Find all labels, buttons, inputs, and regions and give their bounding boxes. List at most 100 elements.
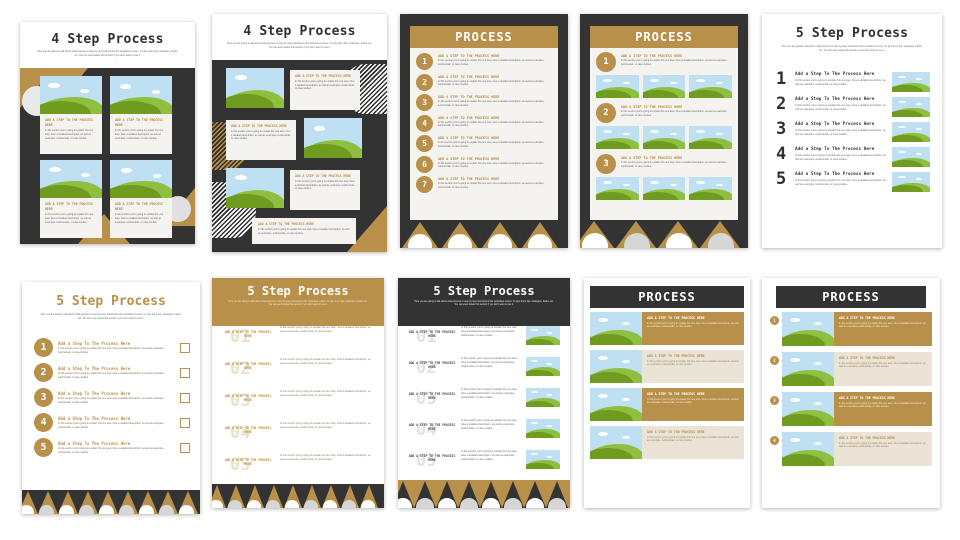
step-row[interactable]: 04 ADD A STEP TO THE PROCESS HERE In thi… (408, 419, 560, 443)
step-row[interactable]: 04 ADD A STEP TO THE PROCESS HERE In thi… (222, 422, 374, 446)
template-card-4[interactable]: PROCESS 1 ADD A STEP TO THE PROCESS HERE… (580, 14, 748, 248)
step-row[interactable]: 2 ADD A STEP TO THE PROCESS HERE In this… (770, 352, 932, 386)
step-card[interactable]: ADD A STEP TO THE PROCESS HERE In this s… (110, 160, 172, 238)
step-body: In this section you're going to explain … (438, 120, 545, 128)
step-row[interactable]: ADD A STEP TO THE PROCESS HERE In this s… (590, 350, 744, 383)
template-card-8[interactable]: 5 Step Process Here you are going to tal… (398, 278, 570, 508)
step-heading: ADD A STEP TO THE PROCESS HERE (647, 316, 705, 320)
step-card[interactable]: ADD A STEP TO THE PROCESS HERE In this s… (40, 76, 102, 154)
step-row[interactable]: 4 Add a Step To The Process Here In this… (34, 413, 190, 432)
step-heading: Add a Step To The Process Here (795, 72, 875, 77)
step-row[interactable]: 2 ADD A STEP TO THE PROCESS HERE In this… (416, 73, 552, 91)
step-list: 1 Add a Step To The Process Here In this… (34, 338, 190, 463)
step-number: 5 (34, 438, 53, 457)
step-heading: Add a Step To The Process Here (58, 365, 131, 371)
template-card-2[interactable]: 4 Step Process Here you are going to tal… (212, 14, 387, 252)
step-row[interactable]: 2 Add a Step To The Process Here In this… (776, 96, 930, 117)
decor-circle (79, 505, 94, 514)
step-checkbox[interactable] (180, 442, 190, 453)
step-heading: ADD A STEP TO THE PROCESS HERE (258, 222, 314, 226)
step-row[interactable]: 01 ADD A STEP TO THE PROCESS HERE In thi… (408, 326, 560, 350)
step-row[interactable]: 02 ADD A STEP TO THE PROCESS HERE In thi… (408, 357, 560, 381)
step-text-card[interactable]: ADD A STEP TO THE PROCESS HERE In this s… (290, 170, 360, 210)
step-row[interactable]: 5 Add a Step To The Process Here In this… (34, 438, 190, 457)
step-number: 5 (776, 169, 787, 189)
step-row[interactable]: 3 ADD A STEP TO THE PROCESS HERE In this… (596, 154, 732, 174)
title-band: 5 Step Process Here you are going to tal… (212, 278, 384, 326)
step-card[interactable]: ADD A STEP TO THE PROCESS HERE In this s… (110, 76, 172, 154)
template-card-6[interactable]: 5 Step Process Here you are going to tal… (22, 282, 200, 514)
page-title: PROCESS (638, 290, 696, 304)
template-card-3[interactable]: PROCESS 1 ADD A STEP TO THE PROCESS HERE… (400, 14, 568, 248)
step-row[interactable]: 5 Add a Step To The Process Here In this… (776, 169, 930, 192)
step-row[interactable]: 3 ADD A STEP TO THE PROCESS HERE In this… (770, 392, 932, 426)
step-row[interactable]: 4 Add a Step To The Process Here In this… (776, 146, 930, 167)
step-row[interactable]: 05 ADD A STEP TO THE PROCESS HERE In thi… (222, 454, 374, 478)
step-checkbox[interactable] (180, 367, 190, 378)
step-image (304, 118, 362, 158)
decor-band (580, 220, 748, 248)
step-list: 1 ADD A STEP TO THE PROCESS HERE In this… (770, 312, 932, 472)
step-row[interactable]: 1 ADD A STEP TO THE PROCESS HERE In this… (770, 312, 932, 346)
step-row[interactable]: 1 ADD A STEP TO THE PROCESS HERE In this… (596, 52, 732, 72)
step-row[interactable]: 4 ADD A STEP TO THE PROCESS HERE In this… (416, 114, 552, 132)
step-row[interactable]: 3 ADD A STEP TO THE PROCESS HERE In this… (416, 94, 552, 111)
step-image (892, 172, 930, 192)
step-body: In this section you're going to explain … (461, 388, 518, 400)
template-card-5[interactable]: 5 Step Process Here you are going to tal… (762, 14, 942, 248)
page-title: 4 Step Process (243, 24, 356, 39)
step-row[interactable] (226, 68, 284, 108)
step-row[interactable]: ADD A STEP TO THE PROCESS HERE In this s… (590, 426, 744, 459)
step-heading: Add a Step To The Process Here (58, 440, 131, 446)
step-card[interactable]: ADD A STEP TO THE PROCESS HERE In this s… (40, 160, 102, 238)
template-card-7[interactable]: 5 Step Process Here you are going to tal… (212, 278, 384, 508)
step-row[interactable]: 2 ADD A STEP TO THE PROCESS HERE In this… (596, 103, 732, 123)
step-row[interactable]: 3 Add a Step To The Process Here In this… (34, 388, 190, 407)
template-card-1[interactable]: 4 Step Process Here you are going to tal… (20, 22, 195, 244)
step-row[interactable]: 4 ADD A STEP TO THE PROCESS HERE In this… (770, 432, 932, 466)
step-body: In this section you're going to explain … (839, 361, 926, 369)
step-checkbox[interactable] (180, 392, 190, 403)
step-text-block: ADD A STEP TO THE PROCESS HERE In this s… (642, 312, 744, 345)
step-row[interactable]: 5 ADD A STEP TO THE PROCESS HERE In this… (416, 135, 552, 152)
step-heading: ADD A STEP TO THE PROCESS HERE (839, 436, 895, 440)
step-image (782, 392, 834, 426)
step-text-card[interactable]: ADD A STEP TO THE PROCESS HERE In this s… (290, 70, 360, 110)
step-checkbox[interactable] (180, 342, 190, 353)
step-heading: ADD A STEP TO THE PROCESS HERE (224, 458, 272, 466)
step-row[interactable]: 2 Add a Step To The Process Here In this… (34, 363, 190, 382)
step-row[interactable]: 6 ADD A STEP TO THE PROCESS HERE In this… (416, 155, 552, 173)
step-row[interactable]: ADD A STEP TO THE PROCESS HERE In this s… (590, 312, 744, 345)
step-row[interactable]: 7 ADD A STEP TO THE PROCESS HERE In this… (416, 176, 552, 193)
step-row[interactable]: ADD A STEP TO THE PROCESS HERE In this s… (590, 388, 744, 421)
step-heading: ADD A STEP TO THE PROCESS HERE (438, 115, 500, 120)
step-image (526, 419, 560, 438)
template-card-9[interactable]: PROCESS ADD A STEP TO THE PROCESS HERE I… (584, 278, 750, 508)
step-text-block: ADD A STEP TO THE PROCESS HERE In this s… (834, 392, 932, 426)
step-text-card[interactable]: ADD A STEP TO THE PROCESS HERE In this s… (252, 218, 356, 244)
step-heading: ADD A STEP TO THE PROCESS HERE (438, 95, 500, 99)
step-number: 3 (416, 94, 433, 111)
step-row[interactable]: 1 Add a Step To The Process Here In this… (34, 338, 190, 357)
template-card-10[interactable]: PROCESS 1 ADD A STEP TO THE PROCESS HERE… (762, 278, 940, 508)
step-body: In this section you're going to explain … (795, 128, 886, 136)
step-heading: ADD A STEP TO THE PROCESS HERE (647, 354, 705, 358)
step-text-card[interactable]: ADD A STEP TO THE PROCESS HERE In this s… (226, 120, 296, 160)
step-body: In this section you're going to explain … (621, 161, 728, 168)
step-image (226, 68, 284, 108)
decor-circle (99, 505, 114, 514)
image-row (596, 75, 733, 98)
step-number: 4 (770, 436, 779, 445)
step-row[interactable]: 03 ADD A STEP TO THE PROCESS HERE In thi… (408, 388, 560, 412)
step-row[interactable]: 1 ADD A STEP TO THE PROCESS HERE In this… (416, 53, 552, 70)
step-list: 1 Add a Step To The Process Here In this… (776, 71, 930, 197)
step-checkbox[interactable] (180, 417, 190, 428)
step-row[interactable]: 01 ADD A STEP TO THE PROCESS HERE In thi… (222, 326, 374, 350)
step-row[interactable]: 3 Add a Step To The Process Here In this… (776, 121, 930, 142)
step-row[interactable]: 03 ADD A STEP TO THE PROCESS HERE In thi… (222, 390, 374, 414)
step-row[interactable]: 1 Add a Step To The Process Here In this… (776, 71, 930, 92)
step-image (689, 75, 733, 98)
step-image (590, 312, 642, 345)
step-row[interactable]: 02 ADD A STEP TO THE PROCESS HERE In thi… (222, 358, 374, 382)
step-row[interactable]: 05 ADD A STEP TO THE PROCESS HERE In thi… (408, 450, 560, 474)
